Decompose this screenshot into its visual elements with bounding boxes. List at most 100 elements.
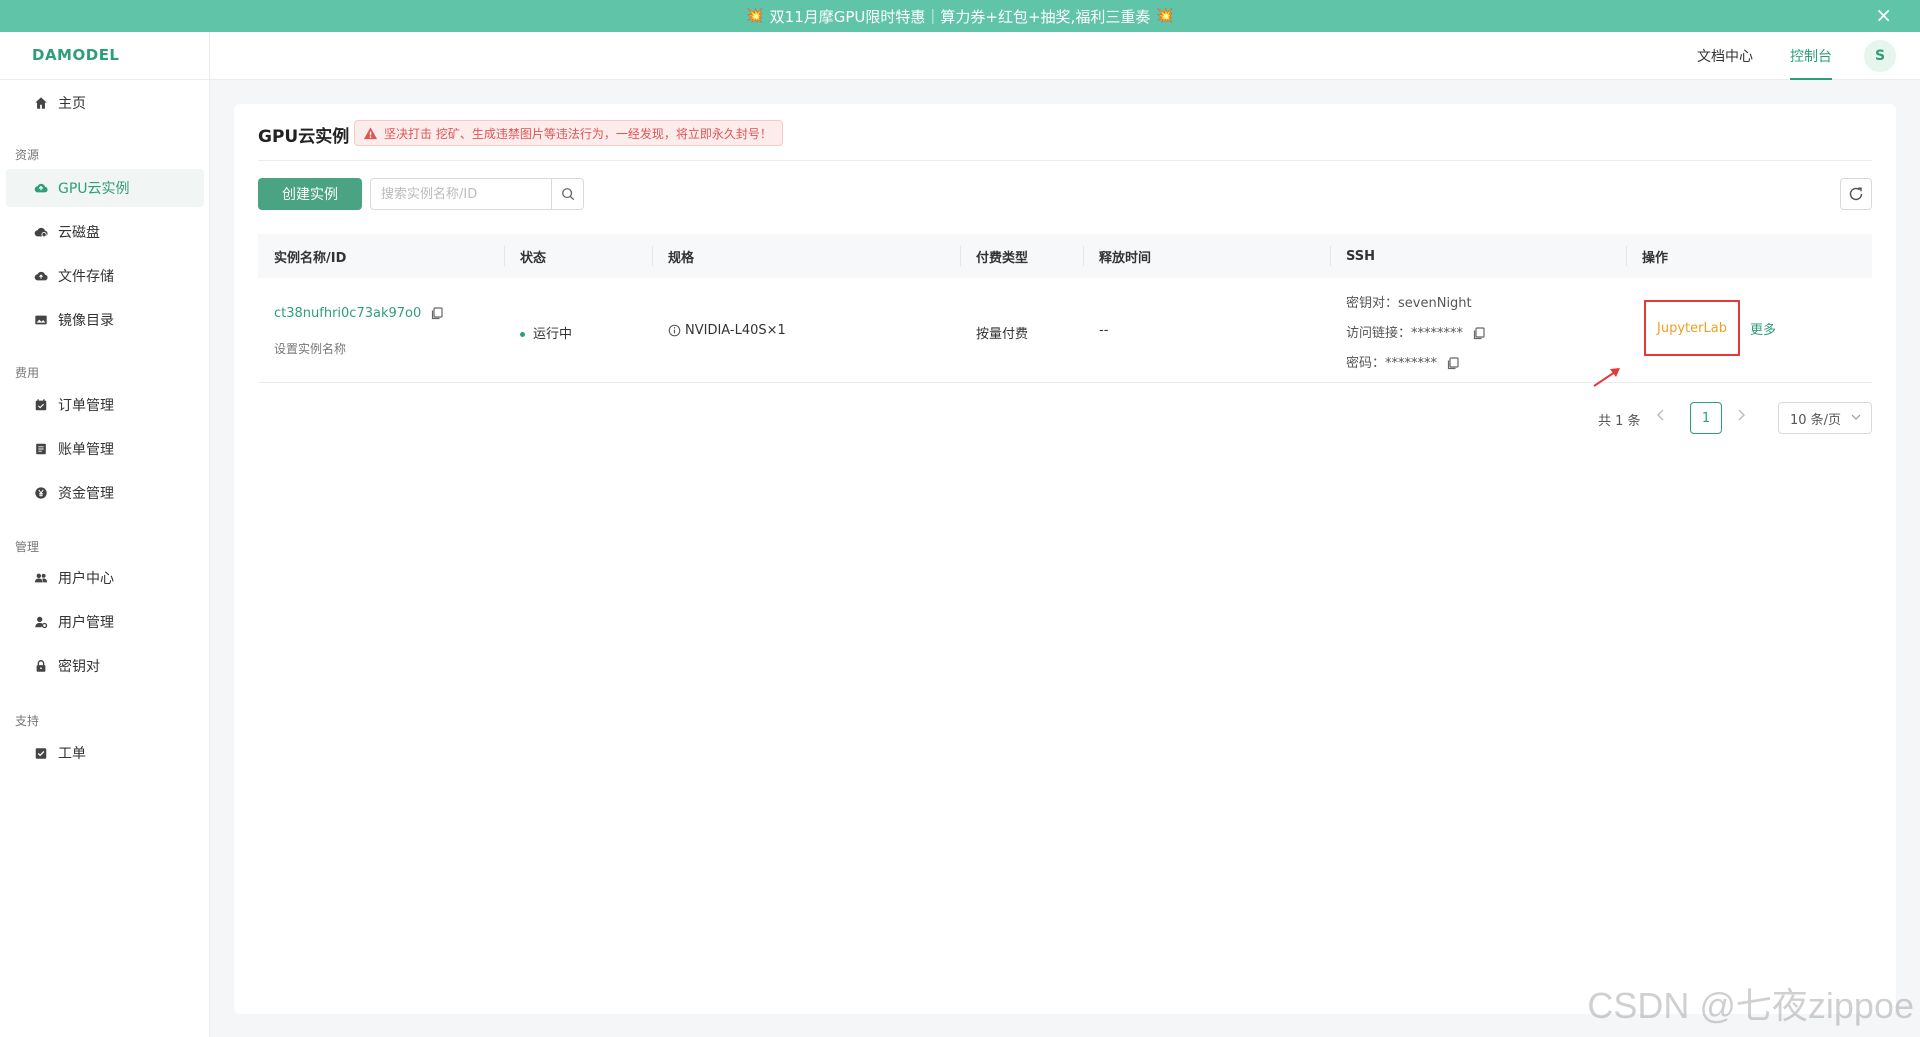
sidebar-item-label: 工单 — [58, 746, 86, 762]
search-icon — [561, 188, 574, 201]
promo-banner-text[interactable]: 双11月摩GPU限时特惠｜算力券+红包+抽奖,福利三重奏 — [770, 6, 1151, 27]
avatar[interactable]: S — [1864, 40, 1896, 72]
sidebar-item-label: GPU云实例 — [58, 181, 130, 197]
column-header-name: 实例名称/ID — [274, 250, 347, 266]
image-icon — [34, 313, 48, 327]
create-instance-button[interactable]: 创建实例 — [258, 178, 362, 210]
close-icon[interactable]: × — [1875, 4, 1892, 26]
watermark: CSDN @七夜zippoe — [1587, 985, 1914, 1026]
search-input[interactable] — [371, 179, 551, 209]
sidebar: 主页 资源 GPU云实例 云磁盘 文件存储 镜像目录 费用 订单管理 账单管理 … — [0, 80, 210, 1037]
pagination: 共 1 条 1 10 条/页 — [234, 402, 1896, 434]
sidebar-item-funds[interactable]: 资金管理 — [6, 474, 204, 512]
sidebar-item-cloud-disk[interactable]: 云磁盘 — [6, 213, 204, 251]
more-actions-link[interactable]: 更多 — [1750, 319, 1776, 338]
sidebar-item-image-catalog[interactable]: 镜像目录 — [6, 301, 204, 339]
sidebar-item-user-management[interactable]: 用户管理 — [6, 603, 204, 641]
cloud-disk-icon — [34, 225, 48, 239]
warning-icon — [363, 126, 378, 139]
release-time-text: -- — [1099, 323, 1109, 338]
ssh-password: 密码：******** — [1346, 352, 1459, 371]
cloud-icon — [34, 181, 48, 195]
sidebar-item-file-storage[interactable]: 文件存储 — [6, 257, 204, 295]
refresh-icon — [1849, 187, 1863, 201]
sidebar-item-key-pairs[interactable]: 密钥对 — [6, 647, 204, 685]
column-header-ssh: SSH — [1330, 234, 1626, 278]
sidebar-item-label: 云磁盘 — [58, 225, 100, 241]
status-dot-icon — [520, 332, 525, 337]
sidebar-item-label: 主页 — [58, 96, 86, 112]
page-size-value: 10 条/页 — [1790, 412, 1842, 428]
sidebar-item-label: 账单管理 — [58, 442, 114, 458]
home-icon — [34, 96, 48, 110]
instance-id-cell: ct38nufhri0c73ak97o0 — [274, 306, 444, 321]
pagination-total: 共 1 条 — [1598, 414, 1641, 429]
top-navbar: DAMODEL 文档中心 控制台 S — [0, 32, 1920, 80]
sidebar-item-label: 文件存储 — [58, 269, 114, 285]
divider — [209, 32, 210, 80]
ssh-key-value: sevenNight — [1398, 296, 1472, 311]
spec-cell: NVIDIA-L40S×1 — [668, 323, 786, 338]
page-title: GPU云实例 — [258, 127, 350, 147]
copy-icon[interactable] — [1473, 327, 1485, 340]
sidebar-item-label: 资金管理 — [58, 486, 114, 502]
docs-center-link[interactable]: 文档中心 — [1697, 46, 1753, 66]
chevron-down-icon — [1851, 414, 1861, 420]
column-header-pay-type: 付费类型 — [960, 234, 1083, 278]
page-number-button[interactable]: 1 — [1690, 402, 1722, 434]
promo-banner[interactable]: 💥 双11月摩GPU限时特惠｜算力券+红包+抽奖,福利三重奏 💥 × — [0, 0, 1920, 32]
pay-type-text: 按量付费 — [976, 327, 1029, 342]
warning-text: 坚决打击 挖矿、生成违禁图片等违法行为，一经发现，将立即永久封号！ — [384, 126, 772, 141]
instance-id-link[interactable]: ct38nufhri0c73ak97o0 — [274, 306, 421, 321]
copy-icon[interactable] — [1447, 357, 1459, 370]
section-label-resources: 资源 — [15, 148, 40, 162]
instances-table: 实例名称/ID 状态 规格 付费类型 释放时间 SSH 操作 ct38nufhr… — [258, 234, 1872, 383]
set-instance-name-link[interactable]: 设置实例名称 — [274, 340, 346, 357]
lock-icon — [34, 659, 48, 673]
main-content: GPU云实例 坚决打击 挖矿、生成违禁图片等违法行为，一经发现，将立即永久封号！… — [234, 104, 1896, 1014]
warning-notice: 坚决打击 挖矿、生成违禁图片等违法行为，一经发现，将立即永久封号！ — [354, 120, 783, 146]
copy-icon[interactable] — [431, 307, 444, 320]
column-header-release-time: 释放时间 — [1083, 234, 1330, 278]
spec-text: NVIDIA-L40S×1 — [685, 323, 786, 338]
ssh-password-value: ******** — [1385, 356, 1438, 371]
jupyterlab-link[interactable]: JupyterLab — [1657, 321, 1727, 336]
ssh-link-value: ******** — [1411, 326, 1464, 341]
yuan-icon — [34, 486, 48, 500]
user-settings-icon — [34, 615, 48, 629]
sidebar-item-user-center[interactable]: 用户中心 — [6, 559, 204, 597]
ssh-key-label: 密钥对： — [1346, 296, 1399, 311]
sidebar-item-gpu-instances[interactable]: GPU云实例 — [6, 169, 204, 207]
table-header: 实例名称/ID 状态 规格 付费类型 释放时间 SSH 操作 — [258, 234, 1872, 278]
search-button[interactable] — [551, 179, 583, 209]
sidebar-item-label: 密钥对 — [58, 659, 100, 675]
list-icon — [34, 442, 48, 456]
search-box — [370, 178, 584, 210]
sidebar-item-tickets[interactable]: 工单 — [6, 734, 204, 772]
info-icon[interactable] — [668, 324, 681, 337]
active-tab-indicator — [1790, 78, 1832, 80]
sidebar-item-orders[interactable]: 订单管理 — [6, 386, 204, 424]
explosion-icon: 💥 — [746, 8, 764, 24]
page-size-select[interactable]: 10 条/页 — [1778, 402, 1872, 434]
status-cell: 运行中 — [520, 323, 572, 342]
explosion-icon: 💥 — [1156, 8, 1174, 24]
chevron-left-icon[interactable] — [1656, 408, 1666, 426]
divider — [258, 160, 1872, 161]
column-header-spec: 规格 — [652, 234, 960, 278]
column-header-status: 状态 — [504, 234, 652, 278]
sidebar-item-home[interactable]: 主页 — [6, 84, 204, 122]
console-link[interactable]: 控制台 — [1790, 46, 1832, 66]
ssh-password-label: 密码： — [1346, 356, 1386, 371]
sidebar-item-bills[interactable]: 账单管理 — [6, 430, 204, 468]
cloud-upload-icon — [34, 269, 48, 283]
logo[interactable]: DAMODEL — [32, 46, 120, 64]
sidebar-item-label: 用户管理 — [58, 615, 114, 631]
chevron-right-icon[interactable] — [1736, 408, 1746, 426]
refresh-button[interactable] — [1840, 178, 1872, 210]
section-label-support: 支持 — [15, 714, 40, 728]
section-label-manage: 管理 — [15, 540, 40, 554]
sidebar-item-label: 用户中心 — [58, 571, 114, 587]
annotation-arrow-icon — [1593, 368, 1620, 387]
table-row: ct38nufhri0c73ak97o0 设置实例名称 运行中 NVIDIA-L… — [258, 278, 1872, 383]
